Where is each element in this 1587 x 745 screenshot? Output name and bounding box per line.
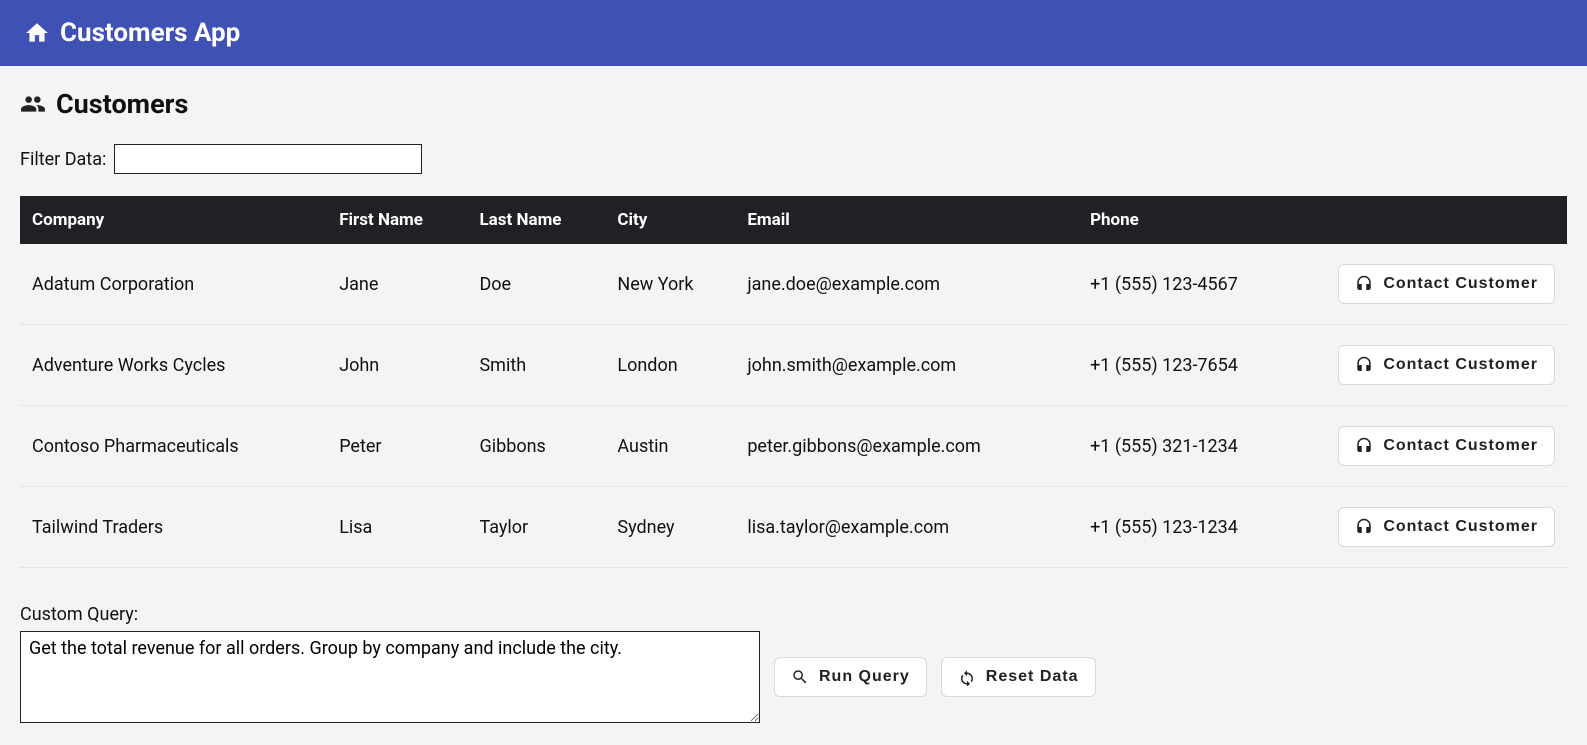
cell-action: Contact Customer	[1307, 406, 1567, 487]
cell: +1 (555) 123-7654	[1080, 325, 1307, 406]
cell: Doe	[469, 244, 607, 325]
refresh-icon	[958, 668, 976, 686]
cell: john.smith@example.com	[737, 325, 1080, 406]
contact-customer-button[interactable]: Contact Customer	[1338, 507, 1555, 547]
customers-table-wrap: Company First Name Last Name City Email …	[20, 196, 1567, 568]
cell: London	[607, 325, 737, 406]
cell: peter.gibbons@example.com	[737, 406, 1080, 487]
table-row: Adventure Works CyclesJohnSmithLondonjoh…	[20, 325, 1567, 406]
filter-row: Filter Data:	[20, 144, 1567, 174]
headset-icon	[1355, 437, 1373, 455]
cell: lisa.taylor@example.com	[737, 487, 1080, 568]
query-label: Custom Query:	[20, 604, 1567, 625]
cell: +1 (555) 123-1234	[1080, 487, 1307, 568]
col-email: Email	[737, 196, 1080, 244]
contact-customer-button[interactable]: Contact Customer	[1338, 426, 1555, 466]
home-icon	[24, 20, 50, 46]
table-row: Tailwind TradersLisaTaylorSydneylisa.tay…	[20, 487, 1567, 568]
cell-action: Contact Customer	[1307, 325, 1567, 406]
cell: +1 (555) 123-4567	[1080, 244, 1307, 325]
col-phone: Phone	[1080, 196, 1307, 244]
search-icon	[791, 668, 809, 686]
main-content: Customers Filter Data: Company First Nam…	[0, 66, 1587, 745]
reset-data-label: Reset Data	[986, 668, 1079, 686]
run-query-button[interactable]: Run Query	[774, 657, 927, 697]
cell: Jane	[329, 244, 469, 325]
contact-customer-label: Contact Customer	[1383, 437, 1538, 455]
col-actions	[1307, 196, 1567, 244]
cell: Austin	[607, 406, 737, 487]
table-body: Adatum CorporationJaneDoeNew Yorkjane.do…	[20, 244, 1567, 568]
page-title: Customers	[56, 88, 188, 120]
table-row: Contoso PharmaceuticalsPeterGibbonsAusti…	[20, 406, 1567, 487]
col-company: Company	[20, 196, 329, 244]
cell: Contoso Pharmaceuticals	[20, 406, 329, 487]
contact-customer-button[interactable]: Contact Customer	[1338, 264, 1555, 304]
cell: +1 (555) 321-1234	[1080, 406, 1307, 487]
filter-label: Filter Data:	[20, 149, 106, 170]
cell: Adventure Works Cycles	[20, 325, 329, 406]
cell: John	[329, 325, 469, 406]
customers-table: Company First Name Last Name City Email …	[20, 196, 1567, 568]
cell: jane.doe@example.com	[737, 244, 1080, 325]
query-section: Custom Query: Run Query Reset Data	[20, 604, 1567, 723]
people-icon	[20, 91, 46, 117]
cell: New York	[607, 244, 737, 325]
query-textarea[interactable]	[20, 631, 760, 723]
col-last-name: Last Name	[469, 196, 607, 244]
headset-icon	[1355, 518, 1373, 536]
run-query-label: Run Query	[819, 668, 910, 686]
cell: Peter	[329, 406, 469, 487]
cell: Lisa	[329, 487, 469, 568]
page-title-row: Customers	[20, 88, 1567, 120]
cell: Gibbons	[469, 406, 607, 487]
cell-action: Contact Customer	[1307, 487, 1567, 568]
table-head: Company First Name Last Name City Email …	[20, 196, 1567, 244]
reset-data-button[interactable]: Reset Data	[941, 657, 1096, 697]
contact-customer-label: Contact Customer	[1383, 518, 1538, 536]
col-city: City	[607, 196, 737, 244]
col-first-name: First Name	[329, 196, 469, 244]
cell: Taylor	[469, 487, 607, 568]
filter-input[interactable]	[114, 144, 422, 174]
contact-customer-button[interactable]: Contact Customer	[1338, 345, 1555, 385]
contact-customer-label: Contact Customer	[1383, 275, 1538, 293]
cell: Sydney	[607, 487, 737, 568]
app-title: Customers App	[60, 18, 240, 48]
cell-action: Contact Customer	[1307, 244, 1567, 325]
headset-icon	[1355, 275, 1373, 293]
cell: Smith	[469, 325, 607, 406]
cell: Adatum Corporation	[20, 244, 329, 325]
table-row: Adatum CorporationJaneDoeNew Yorkjane.do…	[20, 244, 1567, 325]
cell: Tailwind Traders	[20, 487, 329, 568]
contact-customer-label: Contact Customer	[1383, 356, 1538, 374]
app-header: Customers App	[0, 0, 1587, 66]
headset-icon	[1355, 356, 1373, 374]
